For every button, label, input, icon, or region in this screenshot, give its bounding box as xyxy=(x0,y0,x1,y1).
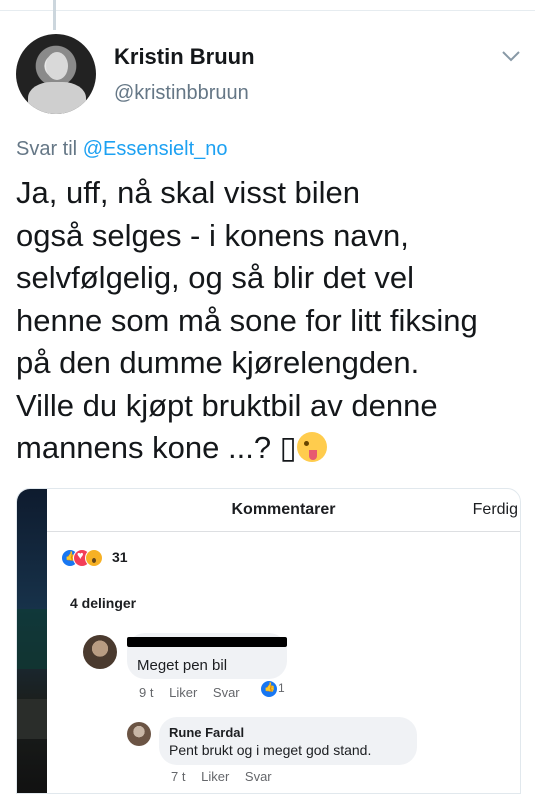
avatar-face xyxy=(46,52,68,80)
commenter-avatar[interactable] xyxy=(83,635,117,669)
background-photo-strip xyxy=(17,489,47,793)
comment-reply-button[interactable]: Svar xyxy=(245,769,272,784)
commenter-avatar[interactable] xyxy=(127,722,151,746)
missing-glyph: ▯ xyxy=(279,430,297,465)
done-button[interactable]: Ferdig xyxy=(473,501,518,519)
comment-like-button[interactable]: Liker xyxy=(201,769,229,784)
redacted-name-bar xyxy=(127,637,287,647)
author-handle[interactable]: @kristinbbruun xyxy=(114,82,249,105)
reply-context: Svar til @Essensielt_no xyxy=(16,138,228,161)
tweet-body: Ja, uff, nå skal visst bilen også selges… xyxy=(16,175,478,465)
avatar-body xyxy=(28,82,86,114)
tongue-emoji-icon xyxy=(296,432,327,462)
comment-author[interactable]: Rune Fardal xyxy=(169,725,244,740)
wow-reaction-icon xyxy=(85,549,103,567)
comment-text: Meget pen bil xyxy=(137,657,228,674)
comments-header: Kommentarer Ferdig xyxy=(47,489,520,532)
comment-reply-button[interactable]: Svar xyxy=(213,685,240,700)
comment-actions: 9 t Liker Svar xyxy=(139,685,252,700)
comment-time: 9 t xyxy=(139,685,154,700)
comment-like-button[interactable]: Liker xyxy=(169,685,197,700)
shares-count[interactable]: 4 delinger xyxy=(70,595,136,611)
reply-to-link[interactable]: @Essensielt_no xyxy=(83,138,228,160)
photo-foliage xyxy=(17,609,47,669)
author-name[interactable]: Kristin Bruun xyxy=(114,44,255,70)
reply-prefix: Svar til xyxy=(16,138,78,160)
timeline-divider xyxy=(0,0,535,11)
comment-time: 7 t xyxy=(171,769,186,784)
tweet-text: Ja, uff, nå skal visst bilen også selges… xyxy=(16,172,526,470)
like-reaction-icon xyxy=(260,680,278,698)
comment-text: Pent brukt og i meget god stand. xyxy=(169,742,372,758)
photo-car xyxy=(17,699,47,739)
attached-image[interactable]: Kommentarer Ferdig 31 4 delinger Meget p… xyxy=(16,488,521,794)
comment-actions: 7 t Liker Svar xyxy=(171,769,284,784)
author-avatar[interactable] xyxy=(16,34,96,114)
comments-title: Kommentarer xyxy=(231,501,336,518)
reaction-count[interactable]: 31 xyxy=(112,549,128,565)
chevron-down-icon[interactable] xyxy=(500,48,522,64)
thread-connector xyxy=(53,0,56,30)
comment-like-count[interactable]: 1 xyxy=(278,681,285,695)
